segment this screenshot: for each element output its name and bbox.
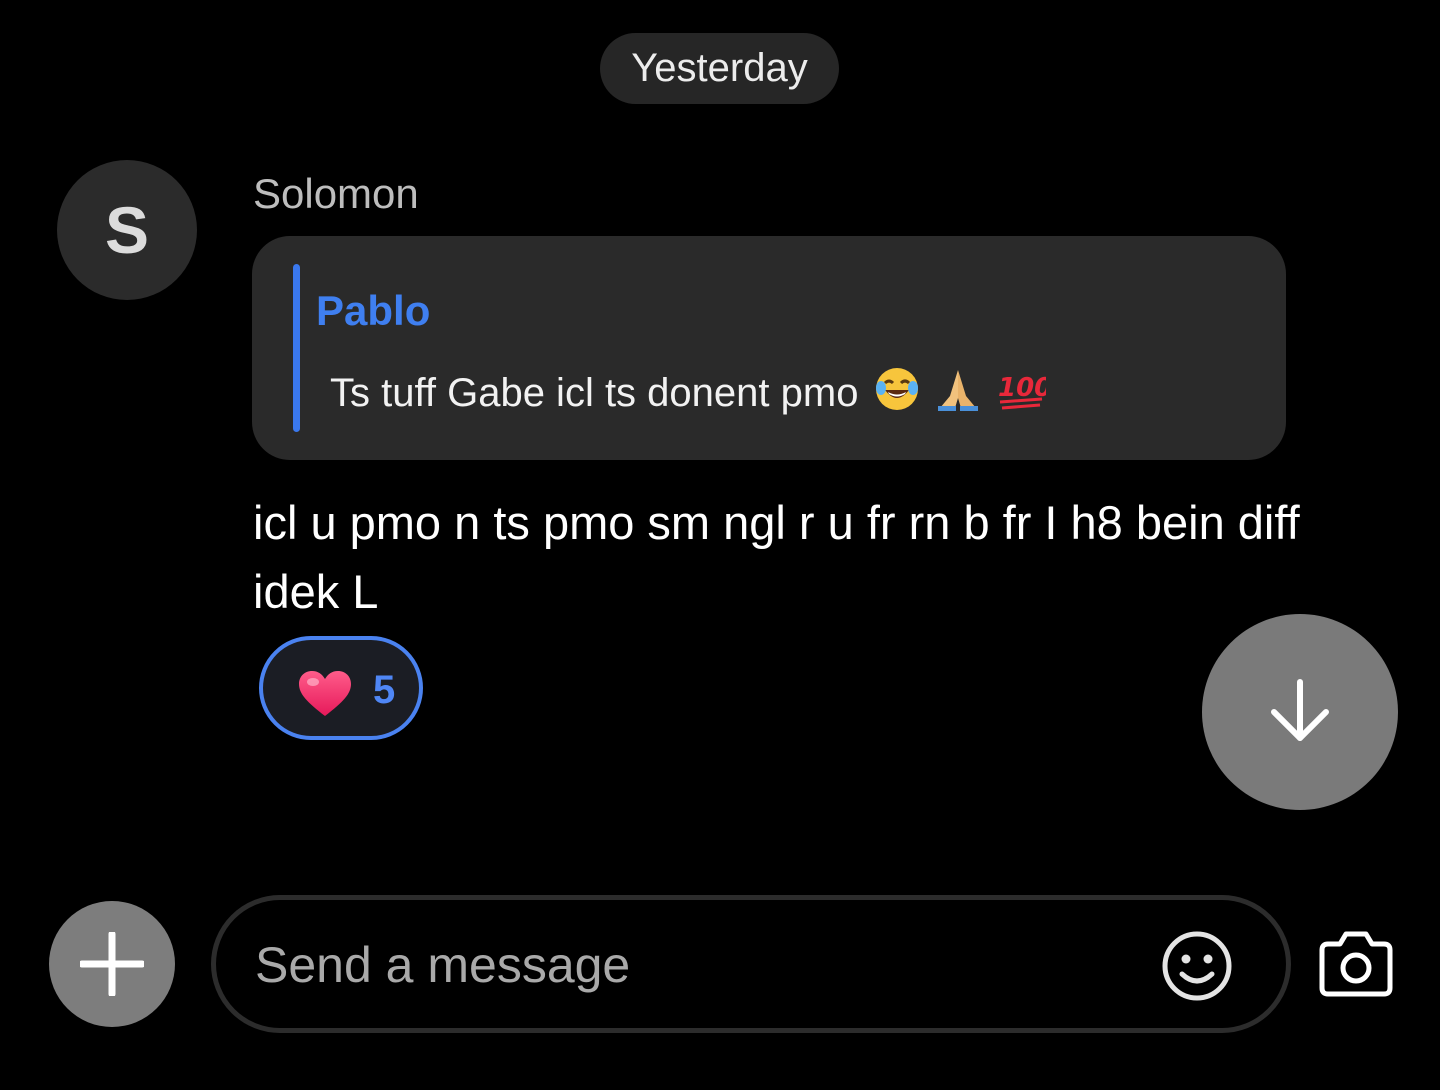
- camera-icon: [1319, 931, 1393, 997]
- attach-button[interactable]: [49, 901, 175, 1027]
- message-composer[interactable]: [211, 895, 1291, 1033]
- face-with-tears-of-joy-emoji: [874, 366, 920, 425]
- quote-author: Pablo: [316, 287, 431, 334]
- plus-icon: [80, 932, 144, 996]
- camera-button[interactable]: [1318, 926, 1394, 1000]
- reaction-chip[interactable]: 5: [259, 636, 423, 740]
- sender-name[interactable]: Solomon: [253, 168, 419, 220]
- quote-text-line: Ts tuff Gabe icl ts donent pmo 10: [330, 366, 1052, 425]
- scroll-to-bottom-button[interactable]: [1202, 614, 1398, 810]
- avatar[interactable]: S: [57, 160, 197, 300]
- arrow-down-icon: [1271, 679, 1329, 741]
- reply-quote[interactable]: Pablo Ts tuff Gabe icl ts donent pmo 10: [252, 236, 1286, 460]
- heart-emoji: [297, 670, 353, 723]
- message-input[interactable]: [253, 924, 1137, 1006]
- date-separator: Yesterday: [600, 33, 839, 104]
- folded-hands-emoji: [935, 366, 981, 425]
- reaction-count: 5: [373, 668, 396, 712]
- hundred-points-emoji: 100: [996, 366, 1052, 425]
- message-text: icl u pmo n ts pmo sm ngl r u fr rn b fr…: [253, 496, 1300, 618]
- chat-screen: Yesterday S Solomon Pablo Ts tuff Gabe i…: [0, 0, 1440, 1090]
- smiley-icon: [1162, 931, 1232, 1001]
- emoji-button[interactable]: [1161, 930, 1233, 1002]
- quote-bar: [293, 264, 300, 432]
- quote-text: Ts tuff Gabe icl ts donent pmo: [330, 371, 859, 416]
